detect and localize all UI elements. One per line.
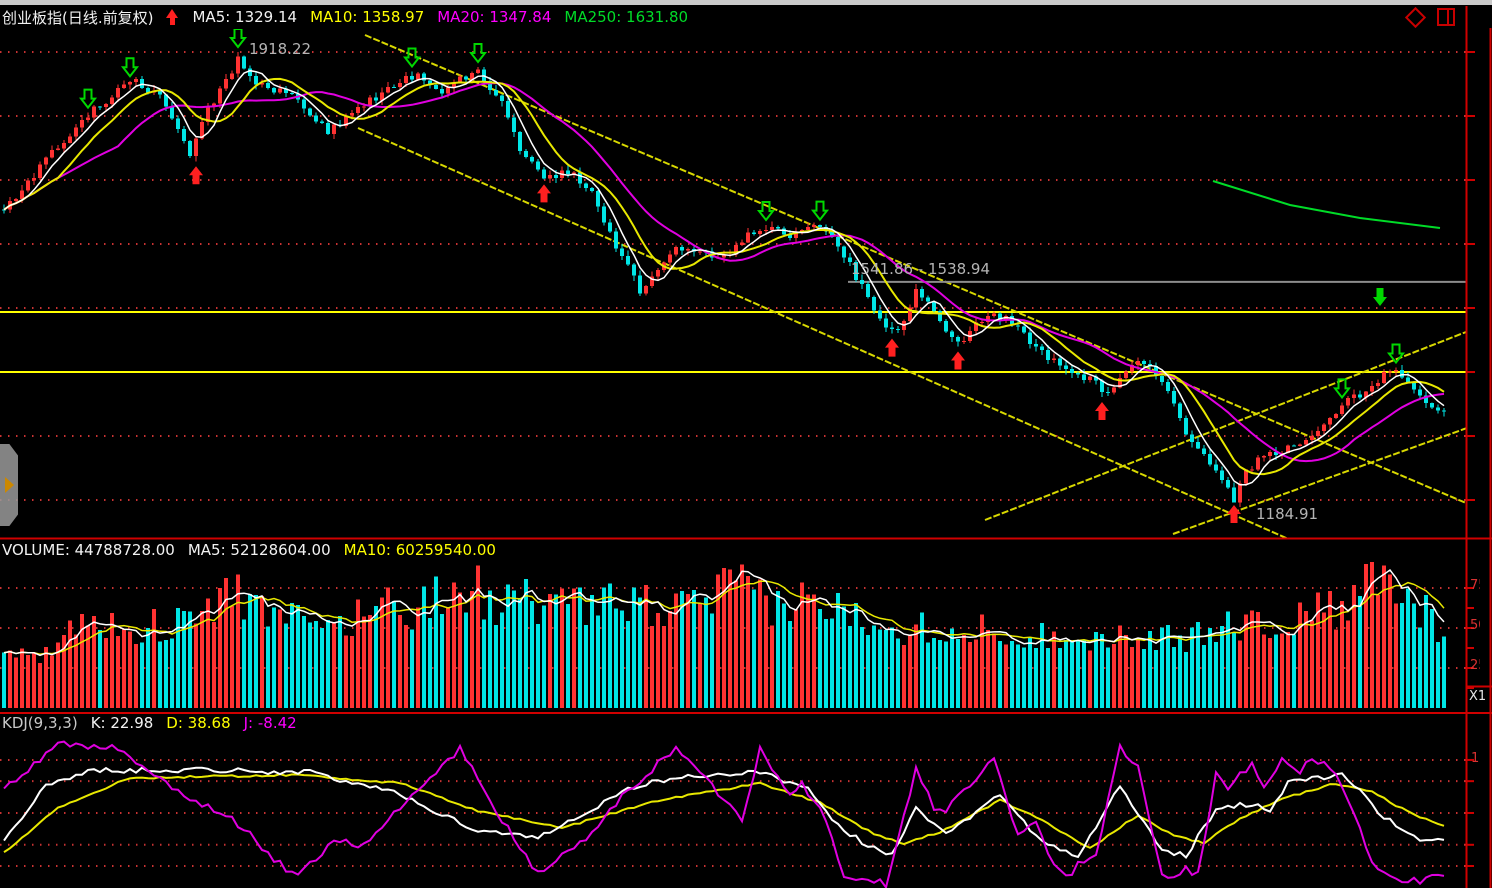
volume-pane-header: VOLUME: 44788728.00 MA5: 52128604.00 MA1… xyxy=(2,540,496,560)
volume-ma5-readout: MA5: 52128604.00 xyxy=(188,541,331,559)
main-pane-header: 创业板指(日线.前复权) MA5: 1329.14 MA10: 1358.97 … xyxy=(2,7,688,27)
volume-axis-label-5000: 5000 xyxy=(1470,618,1480,633)
volume-axis-label-7500: 7500 xyxy=(1470,578,1480,593)
volume-plot[interactable] xyxy=(0,562,1466,710)
kdj-axis-label-100: 100 xyxy=(1471,751,1480,766)
low-price-label: 1184.91 xyxy=(1256,505,1318,523)
ma5-readout: MA5: 1329.14 xyxy=(192,8,297,26)
volume-readout: VOLUME: 44788728.00 xyxy=(2,541,175,559)
split-window-icon[interactable] xyxy=(1437,8,1455,26)
ma20-readout: MA20: 1347.84 xyxy=(437,8,551,26)
kdj-d-readout: D: 38.68 xyxy=(166,714,230,732)
kdj-k-readout: K: 22.98 xyxy=(91,714,154,732)
high-price-label: 1918.22 xyxy=(249,40,311,58)
volume-axis-label-2500: 2500 xyxy=(1470,658,1480,673)
ma250-readout: MA250: 1631.80 xyxy=(564,8,688,26)
kdj-indicator-label: KDJ(9,3,3) xyxy=(2,714,78,732)
volume-multiplier-label: X10000 xyxy=(1469,689,1486,704)
window-top-strip xyxy=(0,0,1492,5)
volume-ma10-readout: MA10: 60259540.00 xyxy=(344,541,496,559)
sidebar-expand-tab[interactable] xyxy=(0,444,18,526)
trend-up-icon xyxy=(166,9,179,25)
stock-chart-window: 创业板指(日线.前复权) MA5: 1329.14 MA10: 1358.97 … xyxy=(0,0,1492,888)
price-line-label: 1541.86 - 1538.94 xyxy=(851,260,990,278)
kdj-pane-header: KDJ(9,3,3) K: 22.98 D: 38.68 J: -8.42 xyxy=(2,713,297,733)
main-candlestick-plot[interactable] xyxy=(0,28,1466,538)
expand-arrow-icon xyxy=(5,477,14,493)
kdj-j-readout: J: -8.42 xyxy=(244,714,297,732)
ma10-readout: MA10: 1358.97 xyxy=(310,8,424,26)
kdj-plot[interactable] xyxy=(0,716,1466,888)
chart-title: 创业板指(日线.前复权) xyxy=(2,7,153,28)
